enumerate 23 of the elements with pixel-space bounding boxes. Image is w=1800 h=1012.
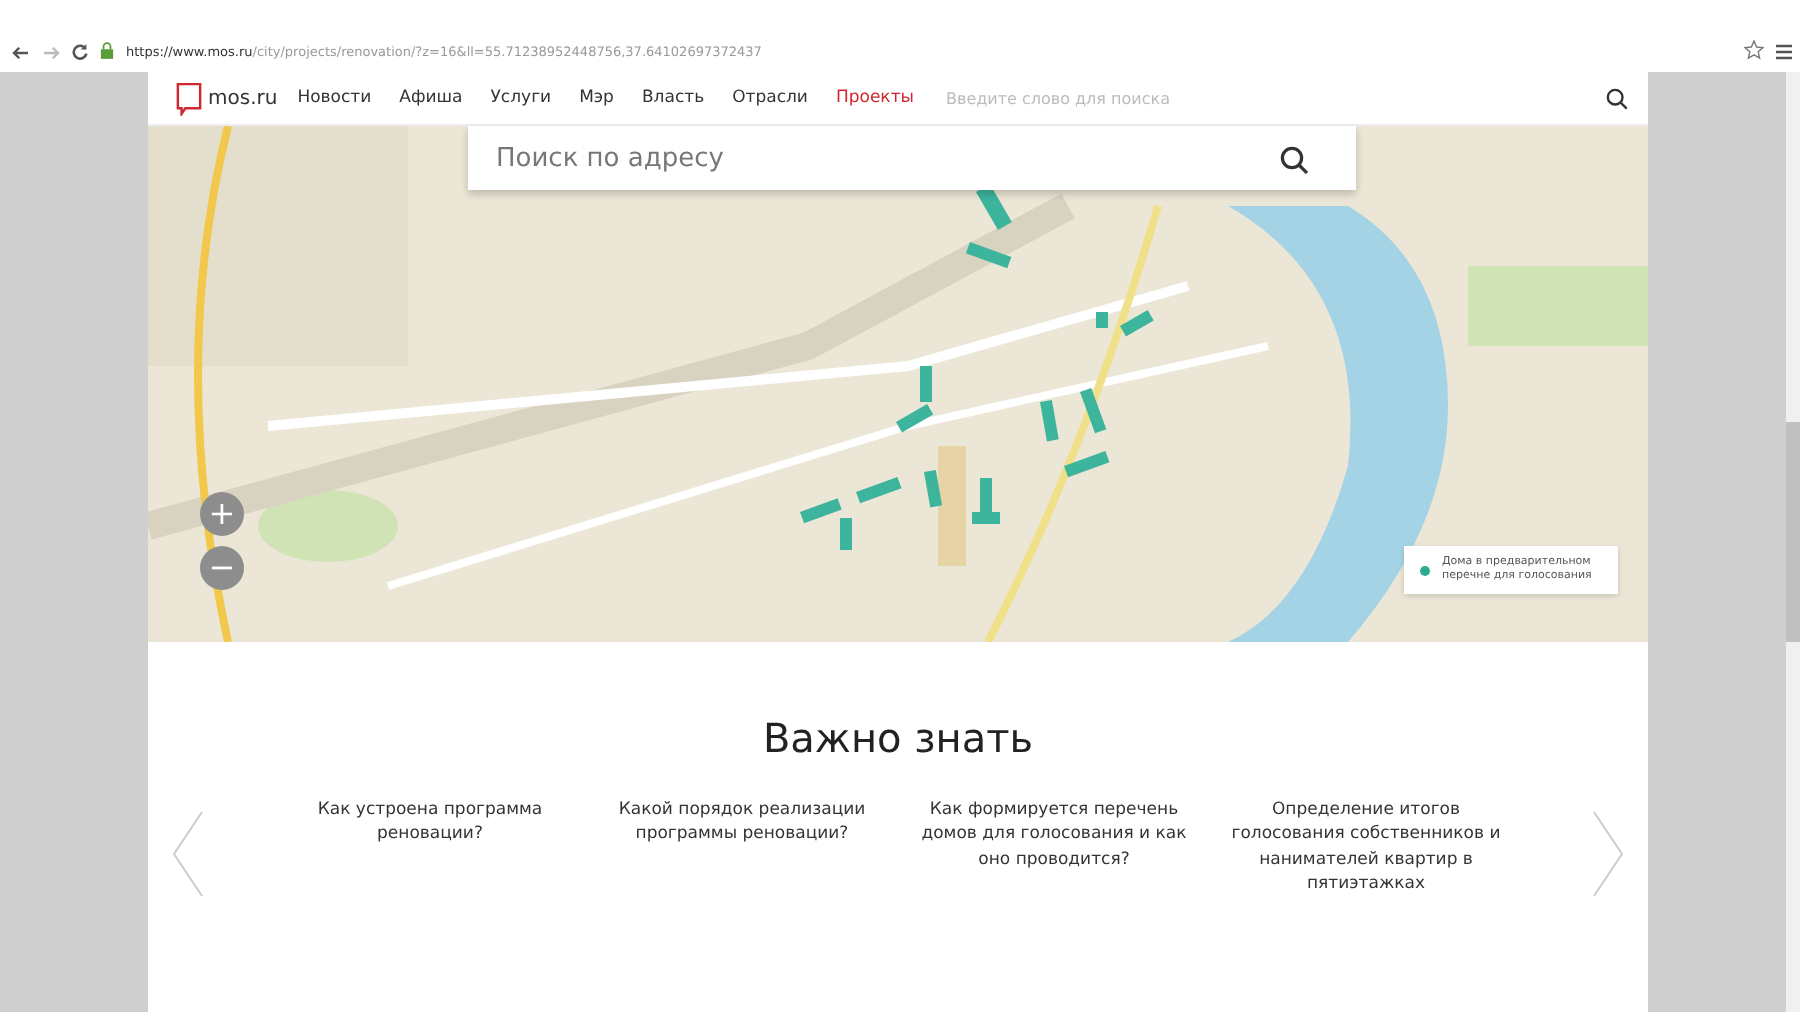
faq-link[interactable]: Как формируется перечень домов для голосования и как оно проводится? (914, 798, 1194, 897)
nav-link[interactable]: Афиша (399, 88, 463, 108)
back-icon[interactable] (12, 46, 30, 60)
section-title: Важно знать (762, 714, 1034, 762)
search-icon[interactable] (1280, 146, 1308, 174)
reload-icon[interactable] (72, 44, 88, 60)
site-logo[interactable]: mos.ru (208, 87, 278, 109)
nav-link[interactable]: Новости (297, 88, 372, 108)
star-icon[interactable] (1744, 40, 1764, 60)
faq-link[interactable]: Определение итогов голосования собственников и нанимателей квартир в пятиэтажках (1226, 798, 1506, 897)
menu-icon[interactable] (1776, 44, 1792, 60)
nav-link[interactable]: Проекты (835, 88, 914, 108)
nav-link[interactable]: Отрасли (732, 88, 808, 108)
nav-link[interactable]: Власть (641, 88, 705, 108)
faq-link[interactable]: Какой порядок реализации программы реновации? (602, 798, 882, 897)
faq-link[interactable]: Как устроена программа реновации? (290, 798, 570, 897)
nav-link[interactable]: Услуги (490, 88, 552, 108)
scrollbar-thumb[interactable] (1786, 422, 1800, 642)
speech-bubble-icon (176, 81, 202, 115)
lock-icon (100, 42, 114, 60)
search-icon[interactable] (1606, 87, 1628, 109)
address-search-field[interactable]: Поиск по адресу (468, 126, 1356, 190)
nav-link[interactable]: Мэр (579, 88, 614, 108)
